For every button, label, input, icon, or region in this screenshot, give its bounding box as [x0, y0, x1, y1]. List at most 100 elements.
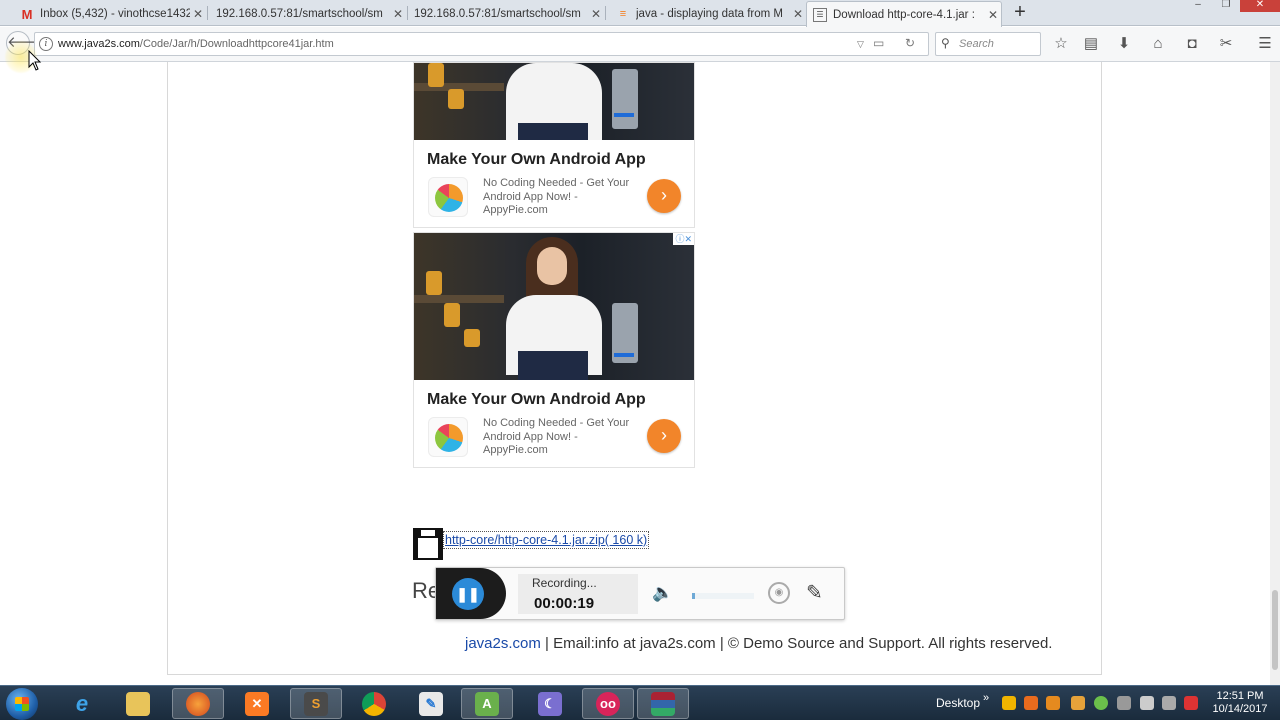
recording-status: Recording... 00:00:19 — [518, 574, 638, 614]
close-tab-icon[interactable]: ✕ — [790, 7, 806, 21]
paint-icon: ✎ — [419, 691, 443, 716]
tray-status-icon[interactable] — [1094, 696, 1108, 710]
taskbar-paint[interactable]: ✎ — [405, 688, 457, 719]
new-tab-button[interactable]: + — [1010, 2, 1030, 24]
tray-xampp-icon[interactable] — [1024, 696, 1038, 710]
android-icon: A — [475, 691, 499, 716]
volume-level-bar[interactable] — [692, 593, 754, 599]
tray-app-icon[interactable] — [1046, 696, 1060, 710]
tray-network-icon[interactable] — [1184, 696, 1198, 710]
taskbar-ie[interactable]: e — [56, 688, 108, 719]
appypie-logo-icon — [428, 417, 468, 457]
close-tab-icon[interactable]: ✕ — [190, 7, 206, 21]
webcam-icon[interactable]: ◉ — [768, 582, 790, 604]
window-close-button[interactable]: ✕ — [1240, 0, 1280, 12]
chevron-icon[interactable]: » — [983, 692, 989, 704]
vertical-scrollbar[interactable] — [1270, 62, 1280, 685]
tab-stackoverflow[interactable]: ≡ java - displaying data from M ✕ — [610, 2, 806, 26]
url-bar[interactable]: i www.java2s.com/Code/Jar/h/Downloadhttp… — [34, 32, 929, 56]
ad-card[interactable]: Make Your Own Android App No Coding Need… — [413, 62, 695, 228]
download-link[interactable]: http-core/http-core-4.1.jar.zip( 160 k) — [443, 531, 650, 549]
reload-icon[interactable]: ↻ — [905, 36, 915, 50]
page-footer: java2s.com | Email:info at java2s.com | … — [465, 635, 1052, 652]
home-icon[interactable]: ⌂ — [1147, 33, 1169, 55]
tab-title: Download http-core-4.1.jar : — [833, 8, 975, 21]
footer-site-link[interactable]: java2s.com — [465, 635, 541, 652]
winrar-icon — [651, 691, 675, 716]
pen-annotate-icon[interactable]: ✎ — [806, 580, 823, 605]
gmail-icon: M — [21, 6, 33, 22]
screen-recorder-widget: ❚❚ Recording... 00:00:19 🔈 ◉ ✎ — [435, 567, 845, 620]
ad-card[interactable]: ⓘ✕ Make Your Own Android App No Coding N… — [413, 232, 695, 468]
taskbar-eclipse[interactable]: ☾ — [524, 688, 576, 719]
sublime-icon: S — [304, 691, 328, 716]
speaker-mute-icon[interactable]: 🔈 — [652, 583, 673, 603]
taskbar-chrome[interactable] — [348, 688, 400, 719]
tray-monitor-icon[interactable] — [1140, 696, 1154, 710]
tab-gmail[interactable]: M Inbox (5,432) - vinothcse1432 ✕ — [14, 2, 206, 26]
search-icon: ⚲ — [941, 36, 950, 50]
pause-icon: ❚❚ — [452, 578, 484, 610]
tray-tool-icon[interactable] — [1117, 696, 1131, 710]
tray-volume-icon[interactable] — [1162, 696, 1176, 710]
search-box[interactable]: ⚲ Search — [935, 32, 1041, 56]
java2s-icon: ☰ — [813, 7, 827, 22]
taskbar-explorer[interactable] — [112, 688, 164, 719]
download-icon[interactable]: ⬇ — [1113, 33, 1135, 55]
library-icon[interactable]: ▤ — [1080, 33, 1102, 55]
ad-choices-icon[interactable]: ⓘ✕ — [673, 233, 694, 245]
close-tab-icon[interactable]: ✕ — [588, 7, 604, 21]
taskbar-recorder[interactable]: oo — [582, 688, 634, 719]
taskbar-android-studio[interactable]: A — [461, 688, 513, 719]
windows-logo-icon — [15, 697, 29, 711]
system-clock[interactable]: 12:51 PM 10/14/2017 — [1208, 690, 1272, 716]
minimize-button[interactable]: – — [1184, 0, 1212, 12]
stackoverflow-icon: ≡ — [619, 8, 627, 20]
reader-view-icon[interactable]: ▭ — [873, 36, 884, 50]
pause-recording-button[interactable]: ❚❚ — [436, 568, 506, 619]
firefox-icon — [186, 691, 210, 716]
tab-separator — [605, 6, 606, 20]
taskbar-winrar[interactable] — [637, 688, 689, 719]
tab-bar: M Inbox (5,432) - vinothcse1432 ✕ 192.16… — [0, 0, 1280, 27]
start-button[interactable] — [6, 688, 38, 720]
dropdown-arrow-icon[interactable]: ▽ — [857, 39, 864, 50]
tab-smartschool-2[interactable]: 192.168.0.57:81/smartschool/sm ✕ — [408, 2, 604, 26]
desktop-toolbar-label[interactable]: Desktop — [936, 696, 980, 710]
tab-title: 192.168.0.57:81/smartschool/sm — [216, 8, 383, 20]
ad-image — [414, 233, 694, 380]
recording-timer: 00:00:19 — [534, 595, 595, 612]
ad-go-button[interactable]: › — [647, 179, 681, 213]
tab-smartschool-1[interactable]: 192.168.0.57:81/smartschool/sm ✕ — [210, 2, 406, 26]
tab-title: java - displaying data from M — [636, 8, 784, 20]
volume-level-fill — [692, 593, 696, 599]
site-info-icon[interactable]: i — [39, 37, 53, 51]
tab-java2s-active[interactable]: ☰ Download http-core-4.1.jar : ✕ — [806, 1, 1002, 27]
tab-title: Inbox (5,432) - vinothcse1432 — [40, 8, 190, 20]
recording-status-text: Recording... — [532, 576, 597, 590]
menu-icon[interactable]: ☰ — [1254, 33, 1276, 55]
search-placeholder: Search — [959, 38, 994, 50]
maximize-button[interactable]: ❐ — [1212, 0, 1240, 12]
url-text[interactable]: www.java2s.com/Code/Jar/h/Downloadhttpco… — [58, 38, 334, 50]
footer-text: | Email:info at java2s.com | © Demo Sour… — [545, 635, 1053, 652]
bookmark-star-icon[interactable]: ☆ — [1050, 33, 1072, 55]
mouse-pointer-icon — [28, 50, 42, 71]
ad-go-button[interactable]: › — [647, 419, 681, 453]
url-domain: www.java2s.com — [58, 38, 140, 50]
tray-app-icon[interactable] — [1071, 696, 1085, 710]
tray-app-icon[interactable] — [1002, 696, 1016, 710]
ad-description: No Coding Needed - Get Your Android App … — [483, 177, 630, 216]
eclipse-icon: ☾ — [538, 691, 562, 716]
taskbar-sublime[interactable]: S — [290, 688, 342, 719]
taskbar-xampp[interactable]: ✕ — [231, 688, 283, 719]
pocket-icon[interactable]: ◘ — [1181, 33, 1203, 55]
taskbar-firefox[interactable] — [172, 688, 224, 719]
close-tab-icon[interactable]: ✕ — [390, 7, 406, 21]
extension-icon[interactable]: ✂ — [1215, 33, 1237, 55]
url-path: /Code/Jar/h/Downloadhttpcore41jar.htm — [139, 38, 334, 50]
chrome-icon — [362, 691, 386, 716]
scrollbar-thumb[interactable] — [1272, 590, 1278, 670]
window-controls: – ❐ ✕ — [1184, 0, 1280, 12]
close-tab-icon[interactable]: ✕ — [985, 8, 1001, 22]
